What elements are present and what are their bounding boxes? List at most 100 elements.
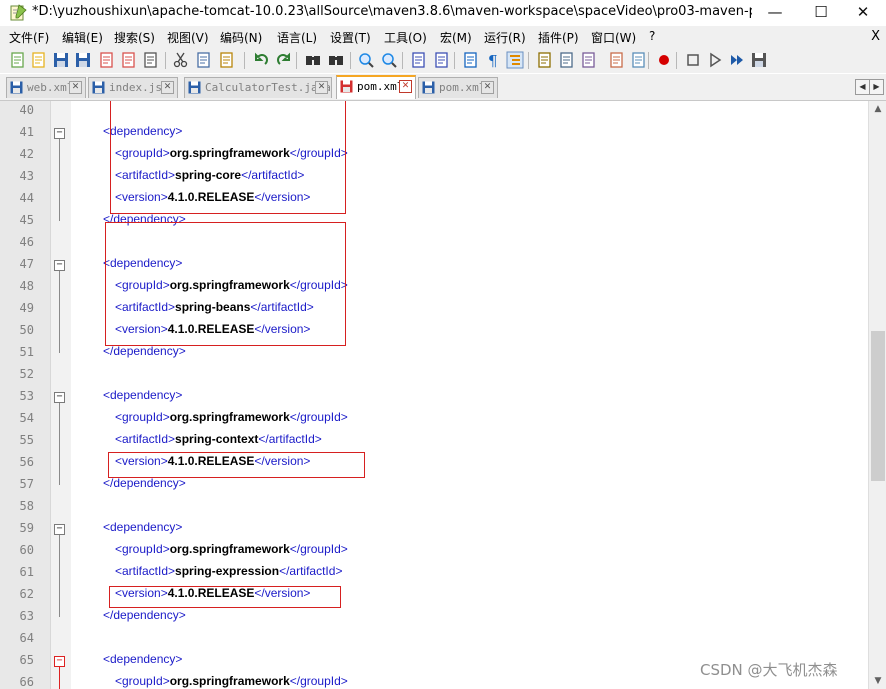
tab-calculatortest-java[interactable]: CalculatorTest.java ✕ [184, 77, 332, 98]
run-macro-multiple-icon[interactable] [728, 51, 746, 69]
line-number: 46 [19, 235, 34, 249]
tab-label: CalculatorTest.java [205, 81, 331, 94]
tab-pom-xml[interactable]: pom.xml ✕ [336, 75, 416, 99]
replace-icon[interactable] [327, 51, 345, 69]
scroll-up-button[interactable]: ▲ [869, 101, 886, 117]
code-line[interactable]: 54 <groupId>org.springframework</groupId> [0, 409, 868, 431]
tab-pom-xml[interactable]: pom.xml ✕ [418, 77, 498, 98]
find-icon[interactable] [304, 51, 322, 69]
scroll-down-button[interactable]: ▼ [869, 673, 886, 689]
code-line[interactable]: 57 </dependency> [0, 475, 868, 497]
menu-item-3[interactable]: 视图(V) [167, 29, 209, 46]
tab-index-jsp[interactable]: index.jsp ✕ [88, 77, 178, 98]
word-wrap-icon[interactable] [462, 51, 480, 69]
menu-item-10[interactable]: 插件(P) [538, 29, 579, 46]
redo-icon[interactable] [275, 51, 293, 69]
tab-web-xml[interactable]: web.xml ✕ [6, 77, 86, 98]
fold-toggle-icon[interactable]: − [54, 524, 65, 535]
saved-file-icon [188, 81, 201, 94]
print-icon[interactable] [142, 51, 160, 69]
code-line[interactable]: 52 [0, 365, 868, 387]
code-line[interactable]: 53 − <dependency> [0, 387, 868, 409]
xml-tag: </groupId> [289, 410, 348, 424]
open-file-icon[interactable] [30, 51, 48, 69]
menu-item-2[interactable]: 搜索(S) [114, 29, 155, 46]
close-window-button[interactable]: ✕ [840, 0, 886, 26]
new-file-icon[interactable] [9, 51, 27, 69]
folder-workspace-icon[interactable] [608, 51, 626, 69]
copy-icon[interactable] [195, 51, 213, 69]
fold-toggle-icon[interactable]: − [54, 656, 65, 667]
tab-scroll-right-button[interactable]: ▶ [869, 79, 884, 95]
undo-icon[interactable] [252, 51, 270, 69]
code-editor[interactable]: 40 41− <dependency> 42 <groupId>org.springfr… [0, 101, 868, 689]
code-line[interactable]: 63 </dependency> [0, 607, 868, 629]
function-list-icon[interactable] [580, 51, 598, 69]
line-number: 53 [19, 389, 34, 403]
fold-toggle-icon[interactable]: − [54, 128, 65, 139]
sync-vertical-icon[interactable] [410, 51, 428, 69]
save-macro-icon[interactable] [750, 51, 768, 69]
tab-close-icon[interactable]: ✕ [399, 80, 412, 93]
menu-item-0[interactable]: 文件(F) [9, 29, 49, 46]
menu-item-6[interactable]: 设置(T) [330, 29, 371, 46]
close-icon[interactable] [98, 51, 116, 69]
code-text: </dependency> [103, 344, 186, 358]
menu-item-7[interactable]: 工具(O) [384, 29, 427, 46]
xml-tag: <groupId> [115, 410, 170, 424]
minimize-button[interactable]: — [752, 0, 798, 26]
code-line[interactable]: 58 [0, 497, 868, 519]
code-text: <artifactId>spring-context</artifactId> [115, 432, 322, 446]
menu-item-12[interactable]: ? [649, 29, 655, 43]
menu-item-5[interactable]: 语言(L) [277, 29, 317, 46]
zoom-in-icon[interactable] [357, 51, 375, 69]
xml-value: spring-expression [175, 564, 280, 578]
save-icon[interactable] [52, 51, 70, 69]
menu-item-8[interactable]: 宏(M) [440, 29, 472, 46]
indent-guide-icon[interactable] [506, 51, 524, 69]
code-line[interactable]: 61 <artifactId>spring-expression</artifac… [0, 563, 868, 585]
fold-toggle-icon[interactable]: − [54, 392, 65, 403]
sync-horizontal-icon[interactable] [433, 51, 451, 69]
tab-close-icon[interactable]: ✕ [69, 81, 82, 94]
play-macro-icon[interactable] [706, 51, 724, 69]
user-language-icon[interactable] [536, 51, 554, 69]
vertical-scrollbar[interactable]: ▲ ▼ [868, 101, 886, 689]
zoom-out-icon[interactable] [380, 51, 398, 69]
notepad-plus-plus-icon [10, 4, 27, 21]
xml-tag: </groupId> [289, 674, 348, 688]
code-text: <groupId>org.springframework</groupId> [115, 674, 348, 688]
menu-item-4[interactable]: 编码(N) [220, 29, 262, 46]
scrollbar-thumb[interactable] [871, 331, 885, 481]
doc-map-icon[interactable] [558, 51, 576, 69]
save-all-icon[interactable] [74, 51, 92, 69]
tab-close-icon[interactable]: ✕ [161, 81, 174, 94]
version-highlight-box [105, 222, 346, 346]
close-document-button[interactable]: X [871, 29, 880, 44]
record-macro-icon[interactable] [655, 51, 673, 69]
fold-toggle-icon[interactable]: − [54, 260, 65, 271]
code-line[interactable]: 64 [0, 629, 868, 651]
stop-macro-icon[interactable] [684, 51, 702, 69]
show-all-chars-icon[interactable]: ¶ [484, 51, 502, 70]
paste-icon[interactable] [218, 51, 236, 69]
line-number: 63 [19, 609, 34, 623]
menu-item-1[interactable]: 编辑(E) [62, 29, 103, 46]
code-line[interactable]: 59 − <dependency> [0, 519, 868, 541]
code-line[interactable]: 51 </dependency> [0, 343, 868, 365]
tab-close-icon[interactable]: ✕ [315, 81, 328, 94]
tab-label: index.jsp [109, 81, 169, 94]
menu-item-9[interactable]: 运行(R) [484, 29, 526, 46]
maximize-button[interactable]: ☐ [798, 0, 844, 26]
xml-tag: </groupId> [289, 542, 348, 556]
cut-icon[interactable] [172, 51, 190, 69]
tab-close-icon[interactable]: ✕ [481, 81, 494, 94]
monitoring-icon[interactable] [630, 51, 648, 69]
code-line[interactable]: 55 <artifactId>spring-context</artifactId… [0, 431, 868, 453]
tab-scroll-left-button[interactable]: ◀ [855, 79, 870, 95]
code-line[interactable]: 60 <groupId>org.springframework</groupId> [0, 541, 868, 563]
toolbar-separator [676, 52, 677, 69]
toolbar-separator [244, 52, 245, 69]
close-all-icon[interactable] [120, 51, 138, 69]
menu-item-11[interactable]: 窗口(W) [591, 29, 636, 46]
